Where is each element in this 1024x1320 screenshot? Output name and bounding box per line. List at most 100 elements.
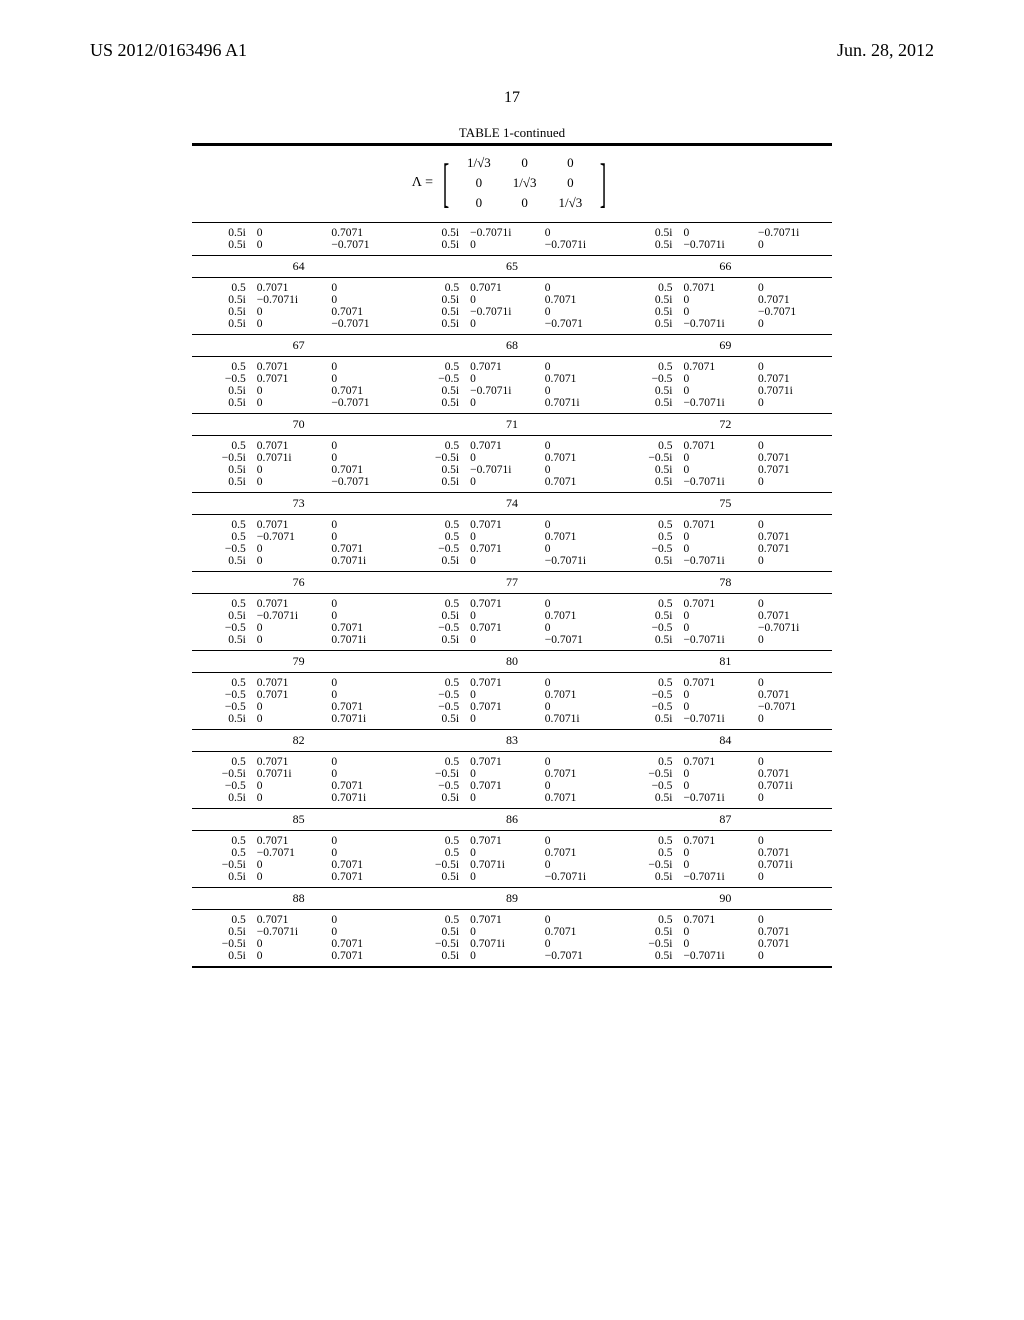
value: −0.5	[619, 622, 681, 634]
column-index: 90	[619, 888, 832, 909]
value: 0.7071i	[328, 792, 405, 804]
value: 0.5i	[619, 385, 681, 397]
value: 0.7071	[755, 938, 832, 950]
matrix-cell: 0	[503, 194, 547, 212]
value: 0	[328, 531, 405, 543]
value: 0.7071i	[755, 780, 832, 792]
value: 0.5i	[192, 555, 254, 567]
column-index: 72	[619, 414, 832, 435]
value: −0.5	[192, 689, 254, 701]
value: 0	[542, 859, 619, 871]
value: 0.5	[619, 282, 681, 294]
value: 0.5	[619, 847, 681, 859]
value: −0.5	[405, 543, 467, 555]
value: 0.5	[405, 282, 467, 294]
value: 0	[755, 239, 832, 251]
column-block: 0.50.70710−0.5i00.7071−0.50.707100.5i00.…	[405, 752, 618, 808]
column-index: 84	[619, 730, 832, 751]
value: 0.5i	[192, 871, 254, 883]
value: 0	[755, 555, 832, 567]
value: 0	[755, 318, 832, 330]
value: −0.7071	[542, 318, 619, 330]
value: 0.5	[405, 598, 467, 610]
value: 0	[254, 555, 329, 567]
value: 0.7071	[755, 689, 832, 701]
matrix-cell: 0	[548, 174, 592, 192]
value: 0	[680, 780, 755, 792]
value: 0.7071i	[467, 859, 542, 871]
value: 0.5i	[619, 634, 681, 646]
value: 0.7071	[254, 914, 329, 926]
value: 0.5	[192, 531, 254, 543]
value: −0.5	[405, 689, 467, 701]
value: 0.7071	[680, 598, 755, 610]
column-block: 0.50.707100.5i00.7071−0.50.707100.5i0−0.…	[405, 594, 618, 650]
value: 0.5i	[192, 792, 254, 804]
value: −0.7071i	[467, 227, 542, 239]
value: 0.7071	[755, 464, 832, 476]
value: −0.5	[405, 373, 467, 385]
value: 0.5	[192, 519, 254, 531]
data-row: 0.50.70710−0.5i0.7071i00.5i00.70710.5i0−…	[192, 436, 832, 492]
value: −0.7071i	[680, 871, 755, 883]
column-index: 75	[619, 493, 832, 514]
value: 0.5	[619, 756, 681, 768]
value: 0	[254, 385, 329, 397]
value: 0	[755, 677, 832, 689]
value: 0	[542, 938, 619, 950]
value: 0.7071	[254, 373, 329, 385]
column-block: 0.50.707100.5i00.70710.5i−0.7071i00.5i0−…	[405, 278, 618, 334]
value: 0	[755, 713, 832, 725]
index-row: 767778	[192, 571, 832, 594]
value: 0.5i	[405, 227, 467, 239]
value: 0	[755, 871, 832, 883]
data-row: 0.50.707100.5−0.70710−0.500.70710.5i00.7…	[192, 515, 832, 571]
value: 0	[254, 622, 329, 634]
value: 0.5i	[192, 385, 254, 397]
value: −0.7071	[254, 847, 329, 859]
value: 0	[328, 373, 405, 385]
value: 0	[542, 622, 619, 634]
value: 0.5i	[619, 227, 681, 239]
value: 0.7071i	[755, 859, 832, 871]
value: 0.5	[405, 519, 467, 531]
value: 0	[328, 768, 405, 780]
value: 0	[328, 519, 405, 531]
value: 0.5	[619, 519, 681, 531]
value: 0	[755, 397, 832, 409]
matrix-cell: 0	[457, 174, 501, 192]
matrix-cell: 1/√3	[457, 154, 501, 172]
value: 0.5i	[405, 871, 467, 883]
value: 0	[755, 282, 832, 294]
column-index: 87	[619, 809, 832, 830]
value: 0.5	[619, 835, 681, 847]
value: −0.5	[619, 780, 681, 792]
column-index: 81	[619, 651, 832, 672]
value: 0	[254, 543, 329, 555]
value: 0	[254, 713, 329, 725]
value: 0.5	[192, 835, 254, 847]
column-index: 80	[405, 651, 618, 672]
column-index: 65	[405, 256, 618, 277]
value: −0.7071i	[680, 397, 755, 409]
value: 0.7071i	[328, 634, 405, 646]
column-block: 0.50.707100.5i00.7071−0.5i00.70710.5i−0.…	[619, 910, 832, 966]
value: 0.7071	[254, 677, 329, 689]
value: 0.7071	[680, 677, 755, 689]
value: 0	[328, 835, 405, 847]
value: 0.7071	[328, 464, 405, 476]
value: 0	[467, 531, 542, 543]
value: −0.5i	[405, 768, 467, 780]
value: 0.5i	[192, 610, 254, 622]
value: 0.7071	[680, 519, 755, 531]
value: 0	[680, 938, 755, 950]
value: 0	[542, 464, 619, 476]
value: 0	[467, 373, 542, 385]
matrix-definition: Λ = [ 1/√3 0 0 0 1/√3 0 0 0 1/√3	[192, 145, 832, 223]
value: 0	[680, 227, 755, 239]
value: 0	[467, 847, 542, 859]
data-row: 0.50.70710−0.50.70710−0.500.70710.5i00.7…	[192, 673, 832, 729]
value: 0	[755, 950, 832, 962]
value: 0.5i	[405, 476, 467, 488]
column-index: 69	[619, 335, 832, 356]
